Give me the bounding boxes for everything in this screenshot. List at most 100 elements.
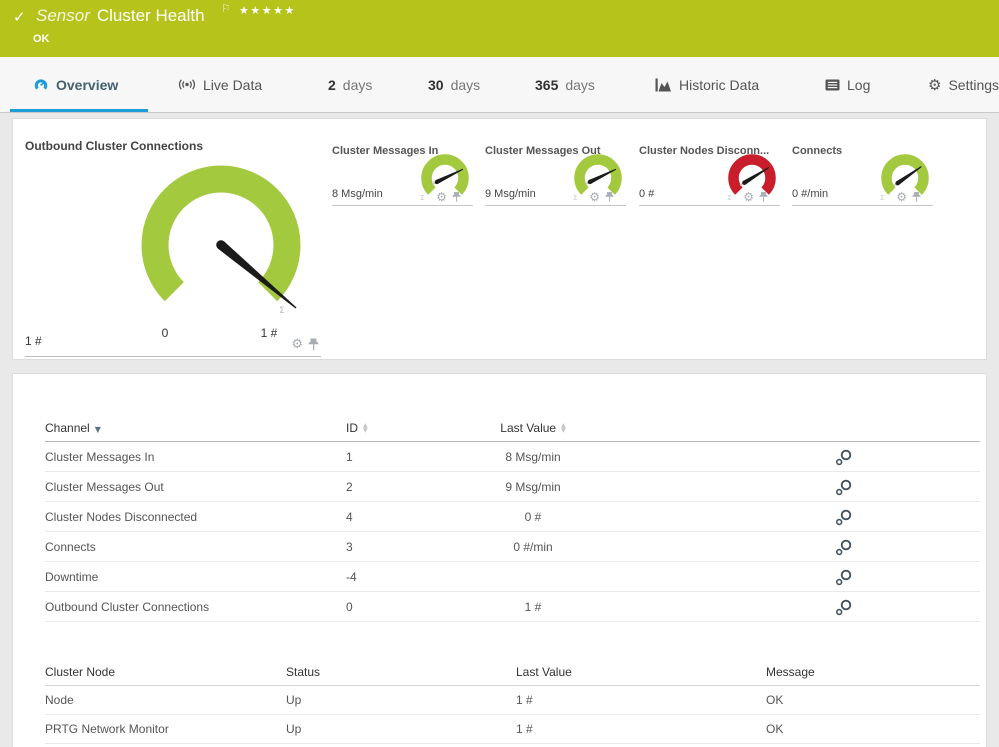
tab-settings[interactable]: ⚙ Settings (928, 57, 999, 112)
gauges-panel: Outbound Cluster Connections Σ 0 1 # 1 #… (12, 118, 987, 360)
channel-name: Downtime (45, 570, 346, 584)
tab-bar: Overview Live Data 2 days 30 days 365 da… (0, 57, 999, 113)
channel-settings-gear-icon[interactable]: ⚙ (743, 191, 754, 203)
tab-log[interactable]: Log (825, 57, 870, 112)
primary-gauge: Σ (111, 135, 331, 355)
channel-id: 2 (346, 480, 408, 494)
table-row[interactable]: Cluster Messages Out 2 9 Msg/min (45, 472, 980, 502)
small-gauge-value: 0 #/min (792, 188, 828, 200)
channel-settings-gear-icon[interactable]: ⚙ (291, 338, 303, 351)
zoom-channel-icon[interactable] (835, 539, 852, 556)
small-gauge-cell: Cluster Nodes Disconn... Σ 0 # ⚙ (639, 145, 780, 206)
tab-live-data[interactable]: Live Data (178, 57, 262, 112)
node-last-value: 1 # (516, 722, 766, 736)
tab-log-label: Log (847, 77, 870, 93)
active-tab-underline (10, 109, 148, 112)
tab-365-days-number: 365 (535, 77, 558, 93)
channel-table: Channel ▼ ID▲▼ Last Value▲▼ Cluster Messa… (45, 414, 980, 622)
gauge-tools: ⚙ (291, 338, 319, 351)
small-gauge-cell: Connects Σ 0 #/min ⚙ (792, 145, 933, 206)
channel-id: 1 (346, 450, 408, 464)
tab-overview[interactable]: Overview (33, 57, 118, 112)
column-header-channel[interactable]: Channel ▼ (45, 421, 346, 435)
average-marker-icon: Σ (420, 194, 424, 202)
node-name: PRTG Network Monitor (45, 722, 286, 736)
status-badge: OK (33, 33, 50, 45)
zoom-channel-icon[interactable] (835, 449, 852, 466)
column-header-cluster-node: Cluster Node (45, 665, 286, 679)
small-gauge-cell: Cluster Messages Out Σ 9 Msg/min ⚙ (485, 145, 626, 206)
channel-name: Cluster Messages In (45, 450, 346, 464)
channel-name: Outbound Cluster Connections (45, 600, 346, 614)
tab-30-days[interactable]: 30 days (428, 57, 480, 112)
pin-icon[interactable] (759, 191, 768, 203)
tab-2-days-number: 2 (328, 77, 336, 93)
priority-stars[interactable]: ★★★★★ (239, 4, 296, 17)
sensor-header: ✓ SensorCluster Health ⚐ ★★★★★ OK (0, 0, 999, 57)
tab-historic-data-label: Historic Data (679, 77, 759, 93)
table-row[interactable]: Node Up 1 # OK (45, 686, 980, 715)
channel-last-value: 0 #/min (408, 540, 658, 554)
column-header-status: Status (286, 665, 516, 679)
column-header-id-label: ID (346, 421, 358, 435)
pin-icon[interactable] (912, 191, 921, 203)
live-broadcast-icon (178, 78, 196, 91)
node-status: Up (286, 693, 516, 707)
channel-name: Connects (45, 540, 346, 554)
tab-historic-data[interactable]: Historic Data (655, 57, 759, 112)
sort-desc-icon: ▼ (95, 425, 101, 434)
zoom-channel-icon[interactable] (835, 599, 852, 616)
node-last-value: 1 # (516, 693, 766, 707)
zoom-channel-icon[interactable] (835, 569, 852, 586)
tab-365-days[interactable]: 365 days (535, 57, 595, 112)
tab-30-days-number: 30 (428, 77, 444, 93)
column-header-id[interactable]: ID▲▼ (346, 421, 408, 435)
small-gauge-value: 9 Msg/min (485, 188, 536, 200)
pin-icon[interactable] (452, 191, 461, 203)
tab-overview-label: Overview (56, 77, 118, 93)
area-chart-icon (655, 78, 672, 92)
table-row[interactable]: Connects 3 0 #/min (45, 532, 980, 562)
channel-settings-gear-icon[interactable]: ⚙ (436, 191, 447, 203)
channel-last-value: 9 Msg/min (408, 480, 658, 494)
column-header-last-value-label: Last Value (500, 421, 556, 435)
pin-icon[interactable] (605, 191, 614, 203)
column-header-last-value: Last Value (516, 665, 766, 679)
gauge-tools: ⚙ (436, 191, 461, 203)
channel-table-header: Channel ▼ ID▲▼ Last Value▲▼ (45, 414, 980, 442)
sensor-title-line: SensorCluster Health (36, 6, 205, 26)
tab-settings-label: Settings (948, 77, 999, 93)
table-row[interactable]: Outbound Cluster Connections 0 1 # (45, 592, 980, 622)
gauge-scale-min: 0 (155, 326, 175, 340)
node-message: OK (766, 722, 980, 736)
column-header-channel-label: Channel (45, 421, 90, 435)
zoom-channel-icon[interactable] (835, 479, 852, 496)
channel-last-value: 1 # (408, 600, 658, 614)
column-header-last-value[interactable]: Last Value▲▼ (408, 421, 658, 435)
flag-icon[interactable]: ⚐ (221, 2, 231, 15)
tab-2-days[interactable]: 2 days (328, 57, 372, 112)
table-row[interactable]: PRTG Network Monitor Up 1 # OK (45, 715, 980, 744)
zoom-channel-icon[interactable] (835, 509, 852, 526)
gauge-scale-max: 1 # (247, 326, 291, 340)
small-gauge-value: 0 # (639, 188, 654, 200)
average-marker-icon: Σ (880, 194, 884, 202)
channel-last-value: 8 Msg/min (408, 450, 658, 464)
gauge-tools: ⚙ (589, 191, 614, 203)
channel-settings-gear-icon[interactable]: ⚙ (589, 191, 600, 203)
average-marker-icon: Σ (727, 194, 731, 202)
table-row[interactable]: Downtime -4 (45, 562, 980, 592)
tab-365-days-label: days (565, 77, 595, 93)
gauge-tools: ⚙ (743, 191, 768, 203)
column-header-message: Message (766, 665, 980, 679)
tab-2-days-label: days (343, 77, 373, 93)
channel-settings-gear-icon[interactable]: ⚙ (896, 191, 907, 203)
table-row[interactable]: Cluster Messages In 1 8 Msg/min (45, 442, 980, 472)
channel-id: 3 (346, 540, 408, 554)
channel-name: Cluster Messages Out (45, 480, 346, 494)
small-gauge-cell: Cluster Messages In Σ 8 Msg/min ⚙ (332, 145, 473, 206)
table-row[interactable]: Cluster Nodes Disconnected 4 0 # (45, 502, 980, 532)
gauge-tools: ⚙ (896, 191, 921, 203)
pin-icon[interactable] (308, 338, 319, 351)
average-marker-icon: Σ (573, 194, 577, 202)
